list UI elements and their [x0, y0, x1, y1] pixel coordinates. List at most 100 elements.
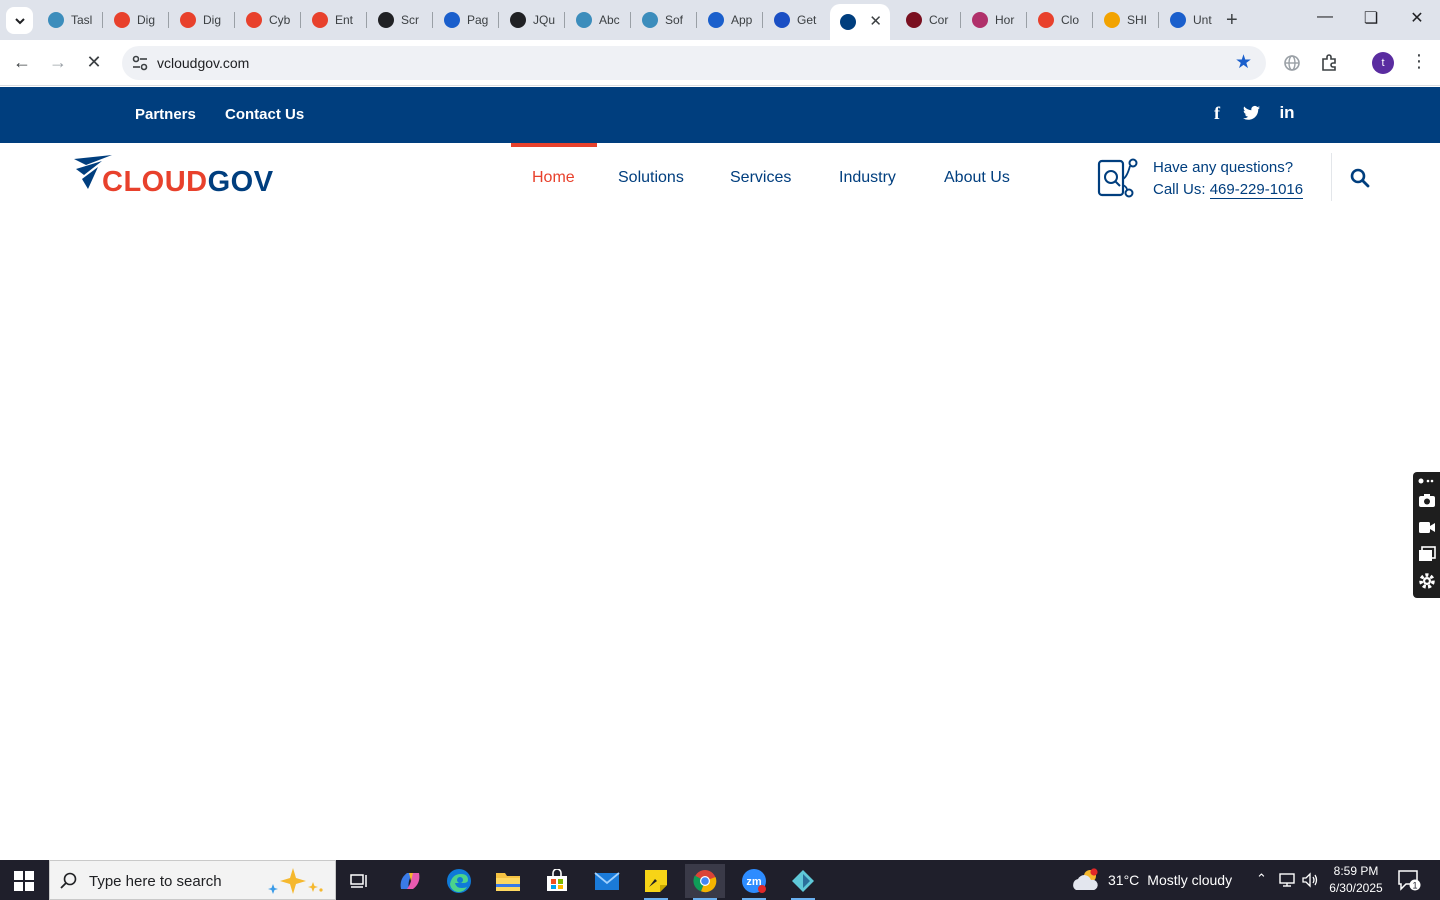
- tab-separator: [102, 12, 103, 28]
- menu-industry[interactable]: Industry: [839, 169, 896, 187]
- edge-browser-icon[interactable]: [439, 864, 479, 898]
- tab-separator: [1158, 12, 1159, 28]
- windows-start-icon[interactable]: [14, 871, 34, 891]
- tab-title: Ent: [335, 13, 354, 27]
- clock-time: 8:59 PM: [1333, 864, 1379, 878]
- browser-tab[interactable]: SHI: [1094, 6, 1156, 34]
- windows-taskbar: Type here to search zm 31°C Mostly cloud…: [0, 860, 1440, 900]
- file-explorer-icon[interactable]: [488, 864, 528, 898]
- tab-separator: [498, 12, 499, 28]
- app-diamond-icon[interactable]: [783, 864, 823, 900]
- tab-separator: [960, 12, 961, 28]
- menu-home[interactable]: Home: [532, 169, 575, 187]
- site-top-bar: Partners Contact Us f in: [0, 87, 1440, 143]
- weather-widget[interactable]: 31°C Mostly cloudy: [1072, 868, 1232, 892]
- site-info-icon[interactable]: [130, 53, 150, 73]
- tab-close-icon[interactable]: ✕: [869, 12, 882, 30]
- linkedin-icon[interactable]: in: [1276, 103, 1298, 123]
- chrome-icon[interactable]: [685, 864, 725, 900]
- tab-title: Clo: [1061, 13, 1080, 27]
- browser-tab[interactable]: Sof: [632, 6, 694, 34]
- browser-tab[interactable]: Dig: [170, 6, 232, 34]
- copilot-icon[interactable]: [390, 864, 430, 898]
- browser-tab[interactable]: App: [698, 6, 760, 34]
- bookmark-star-icon[interactable]: ★: [1235, 51, 1252, 74]
- twitter-icon[interactable]: [1241, 103, 1263, 126]
- tab-favicon-icon: [1038, 12, 1054, 28]
- menu-solutions[interactable]: Solutions: [618, 169, 684, 187]
- address-bar[interactable]: vcloudgov.com ★: [122, 46, 1266, 80]
- widget-more-icon[interactable]: [1417, 474, 1437, 488]
- active-menu-indicator: [511, 143, 597, 147]
- back-button[interactable]: ←: [10, 52, 34, 73]
- windows-icon[interactable]: [1417, 544, 1437, 564]
- browser-tab[interactable]: Cor: [896, 6, 958, 34]
- top-link-partners[interactable]: Partners: [135, 106, 196, 123]
- browser-tab[interactable]: Cyb: [236, 6, 298, 34]
- phone-link[interactable]: 469-229-1016: [1209, 181, 1304, 199]
- browser-tab[interactable]: Get: [764, 6, 826, 34]
- mail-icon[interactable]: [587, 864, 627, 898]
- close-window-button[interactable]: ✕: [1407, 8, 1427, 28]
- tab-title: Unt: [1193, 13, 1212, 27]
- browser-tab[interactable]: JQu: [500, 6, 562, 34]
- task-view-icon[interactable]: [340, 864, 380, 898]
- browser-tab-strip: Tasl Dig Dig Cyb Ent Scr Pag JQu Abc Sof App Get ✕ Co…: [0, 0, 1440, 40]
- browser-tab[interactable]: Scr: [368, 6, 430, 34]
- tab-favicon-icon: [576, 12, 592, 28]
- notification-center-icon[interactable]: 1: [1398, 870, 1422, 892]
- minimize-button[interactable]: —: [1315, 8, 1335, 26]
- tab-favicon-icon: [708, 12, 724, 28]
- tab-favicon-icon: [1170, 12, 1186, 28]
- browser-tab[interactable]: Hor: [962, 6, 1024, 34]
- browser-tab[interactable]: Dig: [104, 6, 166, 34]
- browser-tab[interactable]: Pag: [434, 6, 496, 34]
- menu-about-us[interactable]: About Us: [944, 169, 1010, 187]
- zoom-icon[interactable]: zm: [734, 864, 774, 900]
- browser-tab[interactable]: Clo: [1028, 6, 1090, 34]
- browser-tab[interactable]: Unt: [1160, 6, 1222, 34]
- browser-menu-icon[interactable]: ⋮: [1410, 51, 1428, 72]
- tab-favicon-icon: [246, 12, 262, 28]
- browser-tab[interactable]: Ent: [302, 6, 364, 34]
- facebook-icon[interactable]: f: [1206, 103, 1228, 124]
- video-record-icon[interactable]: [1417, 517, 1437, 537]
- network-icon[interactable]: [1279, 872, 1297, 888]
- extensions-puzzle-icon[interactable]: [1318, 52, 1340, 74]
- top-link-contact-us[interactable]: Contact Us: [225, 106, 304, 123]
- system-clock[interactable]: 8:59 PM 6/30/2025: [1326, 863, 1386, 897]
- tab-search-button[interactable]: [6, 7, 33, 34]
- tab-separator: [168, 12, 169, 28]
- stop-loading-button[interactable]: ✕: [82, 52, 106, 73]
- tab-favicon-icon: [48, 12, 64, 28]
- restore-button[interactable]: ❏: [1361, 8, 1381, 28]
- tab-title: Scr: [401, 13, 419, 27]
- browser-tab[interactable]: ✕: [830, 4, 890, 40]
- forward-button[interactable]: →: [46, 52, 70, 73]
- translate-icon[interactable]: [1281, 52, 1303, 74]
- tab-title: Get: [797, 13, 817, 27]
- tab-favicon-icon: [510, 12, 526, 28]
- taskbar-search-box[interactable]: Type here to search: [49, 860, 336, 900]
- clock-date: 6/30/2025: [1329, 881, 1383, 895]
- profile-avatar[interactable]: t: [1372, 52, 1394, 74]
- browser-tab[interactable]: Abc: [566, 6, 628, 34]
- tab-separator: [234, 12, 235, 28]
- microsoft-store-icon[interactable]: [537, 864, 577, 898]
- search-icon: [60, 872, 77, 889]
- cloudgov-logo[interactable]: CLOUDGOV: [72, 155, 282, 198]
- tab-title: Abc: [599, 13, 620, 27]
- sparkle-icon: [268, 868, 323, 894]
- tab-favicon-icon: [444, 12, 460, 28]
- sticky-notes-icon[interactable]: [636, 864, 676, 900]
- tray-chevron-up-icon[interactable]: ⌃: [1256, 871, 1267, 887]
- settings-gear-icon[interactable]: [1417, 571, 1437, 591]
- menu-services[interactable]: Services: [730, 169, 791, 187]
- search-icon[interactable]: [1350, 168, 1370, 188]
- new-tab-button[interactable]: +: [1226, 9, 1238, 32]
- tab-separator: [630, 12, 631, 28]
- weather-temp: 31°C: [1108, 872, 1140, 888]
- browser-tab[interactable]: Tasl: [38, 6, 100, 34]
- camera-icon[interactable]: [1417, 490, 1437, 510]
- volume-icon[interactable]: [1301, 872, 1319, 888]
